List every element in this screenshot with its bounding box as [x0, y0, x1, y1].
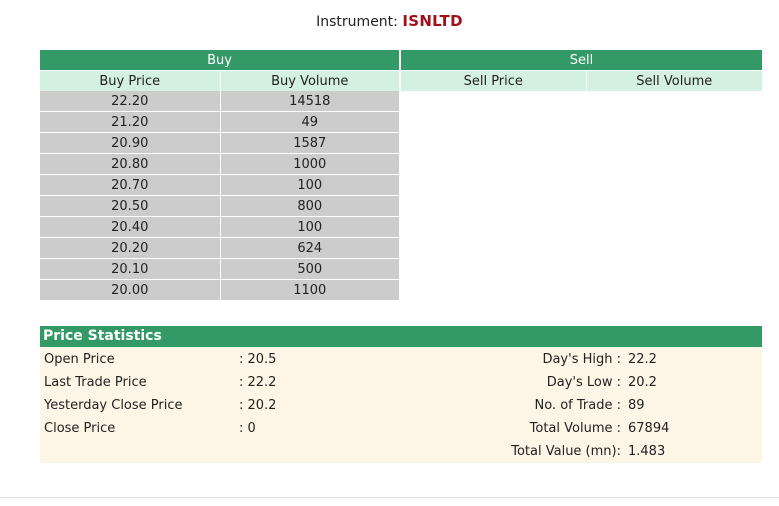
- sell-volume-cell: [586, 216, 763, 238]
- sell-volume-cell: [586, 111, 763, 133]
- sell-price-cell: [400, 132, 587, 154]
- sell-price-cell: [400, 111, 587, 133]
- sell-volume-cell: [586, 174, 763, 196]
- buy-price-cell: 22.20: [40, 91, 221, 112]
- table-row: 22.20 14518: [40, 91, 763, 112]
- order-book-table: Buy Sell Buy Price Buy Volume Sell Price…: [40, 50, 763, 301]
- stat-label: Yesterday Close Price: [44, 398, 183, 413]
- table-row: 20.70 100: [40, 174, 763, 196]
- sell-price-cell: [400, 153, 587, 175]
- sell-price-column-header: Sell Price: [400, 70, 587, 91]
- buy-price-cell: 20.90: [40, 132, 221, 154]
- sell-section-header: Sell: [400, 50, 763, 71]
- price-statistics-panel: Price Statistics Open Price : 20.5 Day's H…: [40, 326, 762, 463]
- buy-price-cell: 20.00: [40, 279, 221, 301]
- table-row: 20.00 1100: [40, 279, 763, 301]
- buy-volume-cell: 1000: [220, 153, 402, 175]
- buy-volume-cell: 100: [220, 174, 402, 196]
- sell-volume-cell: [586, 132, 763, 154]
- stat-label: Open Price: [44, 352, 115, 367]
- sell-price-cell: [400, 195, 587, 217]
- buy-price-column-header: Buy Price: [40, 70, 221, 91]
- stat-label: Day's High :: [542, 352, 621, 367]
- buy-price-cell: 20.20: [40, 237, 221, 259]
- sell-price-cell: [400, 91, 587, 112]
- buy-price-cell: 20.80: [40, 153, 221, 175]
- sell-price-cell: [400, 237, 587, 259]
- sell-volume-cell: [586, 258, 763, 280]
- sell-volume-cell: [586, 279, 763, 301]
- stat-label: Day's Low :: [546, 375, 621, 390]
- stat-label: Total Volume :: [529, 421, 621, 436]
- stat-value: 1.483: [628, 444, 666, 459]
- bottom-divider: [0, 497, 779, 498]
- buy-price-cell: 20.40: [40, 216, 221, 238]
- buy-volume-cell: 500: [220, 258, 402, 280]
- table-row: 20.10 500: [40, 258, 763, 280]
- stat-value: : 20.5: [239, 352, 277, 367]
- table-row: 20.50 800: [40, 195, 763, 217]
- stat-row: Close Price : 0 Total Volume : 67894: [40, 417, 762, 440]
- table-row: 20.20 624: [40, 237, 763, 259]
- stat-row: Open Price : 20.5 Day's High : 22.2: [40, 348, 762, 371]
- sell-volume-cell: [586, 153, 763, 175]
- sell-price-cell: [400, 279, 587, 301]
- stat-value: : 0: [239, 421, 256, 436]
- buy-volume-cell: 14518: [220, 91, 402, 112]
- order-book-body: 22.20 14518 21.20 49 20.90 1587 20.80 1000 20.70…: [40, 91, 763, 301]
- stat-label: Close Price: [44, 421, 116, 436]
- price-statistics-body: Open Price : 20.5 Day's High : 22.2 Last Tra…: [40, 347, 762, 463]
- table-row: 20.90 1587: [40, 132, 763, 154]
- stat-value: 22.2: [628, 352, 657, 367]
- buy-volume-cell: 1100: [220, 279, 402, 301]
- buy-price-cell: 21.20: [40, 111, 221, 133]
- stat-value: 20.2: [628, 375, 657, 390]
- table-row: 21.20 49: [40, 111, 763, 133]
- instrument-code: ISNLTD: [402, 12, 463, 30]
- sell-price-cell: [400, 258, 587, 280]
- stat-row: Yesterday Close Price : 20.2 No. of Trade …: [40, 394, 762, 417]
- buy-volume-cell: 800: [220, 195, 402, 217]
- buy-price-cell: 20.10: [40, 258, 221, 280]
- instrument-header: Instrument: ISNLTD: [0, 12, 779, 30]
- sell-volume-cell: [586, 91, 763, 112]
- sell-volume-column-header: Sell Volume: [586, 70, 763, 91]
- sell-price-cell: [400, 216, 587, 238]
- buy-volume-column-header: Buy Volume: [220, 70, 402, 91]
- stat-value: : 22.2: [239, 375, 277, 390]
- stat-value: 67894: [628, 421, 670, 436]
- sell-volume-cell: [586, 195, 763, 217]
- buy-volume-cell: 1587: [220, 132, 402, 154]
- buy-price-cell: 20.50: [40, 195, 221, 217]
- stat-row: Total Value (mn): 1.483: [40, 440, 762, 463]
- stat-value: 89: [628, 398, 645, 413]
- price-statistics-title: Price Statistics: [40, 326, 762, 347]
- stat-row: Last Trade Price : 22.2 Day's Low : 20.2: [40, 371, 762, 394]
- sell-price-cell: [400, 174, 587, 196]
- table-row: 20.80 1000: [40, 153, 763, 175]
- stat-label: Total Value (mn):: [511, 444, 621, 459]
- stat-label: Last Trade Price: [44, 375, 147, 390]
- buy-price-cell: 20.70: [40, 174, 221, 196]
- stat-label: No. of Trade :: [534, 398, 621, 413]
- sell-volume-cell: [586, 237, 763, 259]
- buy-volume-cell: 624: [220, 237, 402, 259]
- stat-value: : 20.2: [239, 398, 277, 413]
- buy-section-header: Buy: [40, 50, 402, 71]
- instrument-label: Instrument:: [316, 14, 398, 30]
- table-row: 20.40 100: [40, 216, 763, 238]
- buy-volume-cell: 100: [220, 216, 402, 238]
- buy-volume-cell: 49: [220, 111, 402, 133]
